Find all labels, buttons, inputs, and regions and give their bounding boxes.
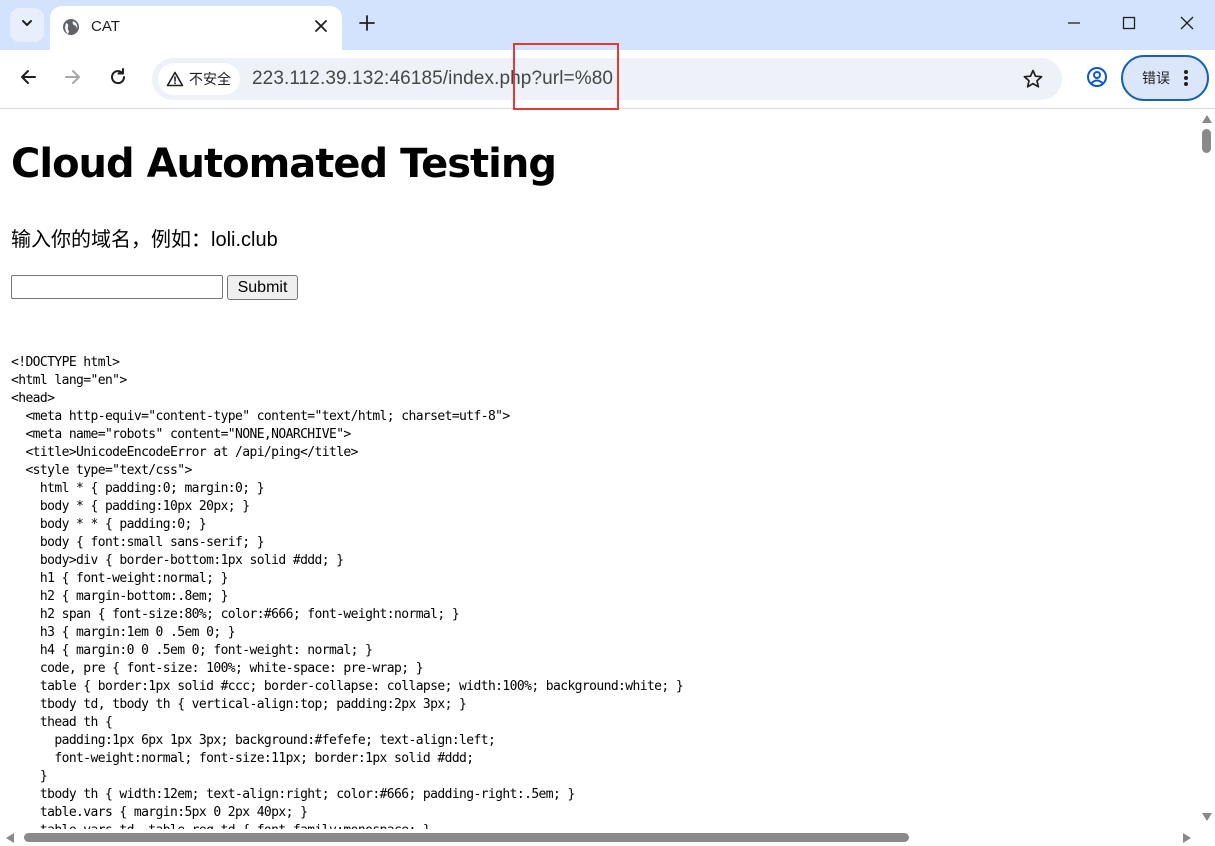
source-line: h4 { margin:0 0 .5em 0; font-weight: nor…: [11, 643, 373, 658]
close-icon: [1180, 16, 1194, 35]
security-label: 不安全: [189, 71, 231, 87]
source-line: body * { padding:10px 20px; }: [11, 499, 250, 514]
maximize-button[interactable]: [1117, 13, 1141, 37]
scroll-up-icon[interactable]: [1202, 115, 1212, 123]
minimize-button[interactable]: [1062, 13, 1086, 37]
source-line: font-weight:normal; font-size:11px; bord…: [11, 751, 474, 766]
source-line: <title>UnicodeEncodeError at /api/ping</…: [11, 445, 358, 460]
highlight-box: [513, 43, 619, 110]
source-line: <meta name="robots" content="NONE,NOARCH…: [11, 427, 351, 442]
horizontal-scroll-thumb[interactable]: [24, 833, 909, 842]
source-line: <!DOCTYPE html>: [11, 355, 120, 370]
account-icon: [1086, 66, 1108, 93]
source-line: padding:1px 6px 1px 3px; background:#fef…: [11, 733, 496, 748]
domain-input[interactable]: [11, 275, 223, 299]
tab-title: CAT: [91, 18, 120, 35]
source-line: }: [11, 769, 48, 784]
more-vert-icon: [1184, 69, 1188, 87]
profile-button[interactable]: [1084, 66, 1110, 92]
source-line: h2 { margin-bottom:.8em; }: [11, 589, 229, 604]
arrow-right-icon: [63, 67, 83, 92]
source-line: <head>: [11, 391, 55, 406]
error-label: 错误: [1142, 70, 1170, 86]
source-line: h2 span { font-size:80%; color:#666; fon…: [11, 607, 460, 622]
source-line: html * { padding:0; margin:0; }: [11, 481, 265, 496]
source-line: <meta http-equiv="content-type" content=…: [11, 409, 510, 424]
minimize-icon: [1067, 16, 1081, 35]
page-content: Cloud Automated Testing 输入你的域名，例如：loli.c…: [0, 109, 1199, 829]
scroll-right-icon[interactable]: [1183, 833, 1191, 843]
page-title: Cloud Automated Testing: [11, 141, 557, 187]
source-line: code, pre { font-size: 100%; white-space…: [11, 661, 424, 676]
tab-search-button[interactable]: [10, 8, 44, 42]
source-line: body>div { border-bottom:1px solid #ddd;…: [11, 553, 344, 568]
source-line: tbody td, tbody th { vertical-align:top;…: [11, 697, 467, 712]
horizontal-scrollbar[interactable]: [0, 829, 1199, 846]
vertical-scroll-thumb[interactable]: [1202, 129, 1211, 153]
source-line: thead th {: [11, 715, 113, 730]
error-source-text: <!DOCTYPE html> <html lang="en"> <head> …: [11, 354, 684, 829]
close-tab-icon[interactable]: [312, 17, 330, 35]
warning-icon: [166, 71, 184, 87]
source-line: h3 { margin:1em 0 .5em 0; }: [11, 625, 236, 640]
globe-icon: [62, 18, 80, 41]
new-tab-button[interactable]: [356, 14, 378, 36]
back-button[interactable]: [15, 66, 41, 92]
chevron-down-icon: [20, 16, 34, 35]
tab-active[interactable]: CAT: [50, 6, 342, 50]
scrollbar-corner: [1199, 829, 1215, 846]
source-line: body * * { padding:0; }: [11, 517, 207, 532]
domain-prompt: 输入你的域名，例如：loli.club: [11, 229, 278, 251]
bookmark-star-icon[interactable]: [1022, 68, 1044, 95]
error-menu-button[interactable]: 错误: [1121, 55, 1209, 101]
source-line: <html lang="en">: [11, 373, 127, 388]
source-line: tbody th { width:12em; text-align:right;…: [11, 787, 575, 802]
close-window-button[interactable]: [1175, 13, 1199, 37]
source-line: table { border:1px solid #ccc; border-co…: [11, 679, 684, 694]
forward-button[interactable]: [60, 66, 86, 92]
vertical-scrollbar[interactable]: [1199, 109, 1215, 829]
source-line: h1 { font-weight:normal; }: [11, 571, 229, 586]
plus-icon: [359, 14, 375, 36]
scroll-left-icon[interactable]: [6, 833, 14, 843]
source-line: body { font:small sans-serif; }: [11, 535, 265, 550]
maximize-icon: [1122, 16, 1136, 35]
reload-icon: [108, 67, 128, 92]
source-line: <style type="text/css">: [11, 463, 192, 478]
scroll-down-icon[interactable]: [1202, 813, 1212, 821]
arrow-left-icon: [18, 67, 38, 92]
reload-button[interactable]: [105, 66, 131, 92]
security-chip[interactable]: 不安全: [158, 63, 240, 95]
source-line: table.vars { margin:5px 0 2px 40px; }: [11, 805, 308, 820]
submit-button[interactable]: Submit: [227, 275, 298, 300]
